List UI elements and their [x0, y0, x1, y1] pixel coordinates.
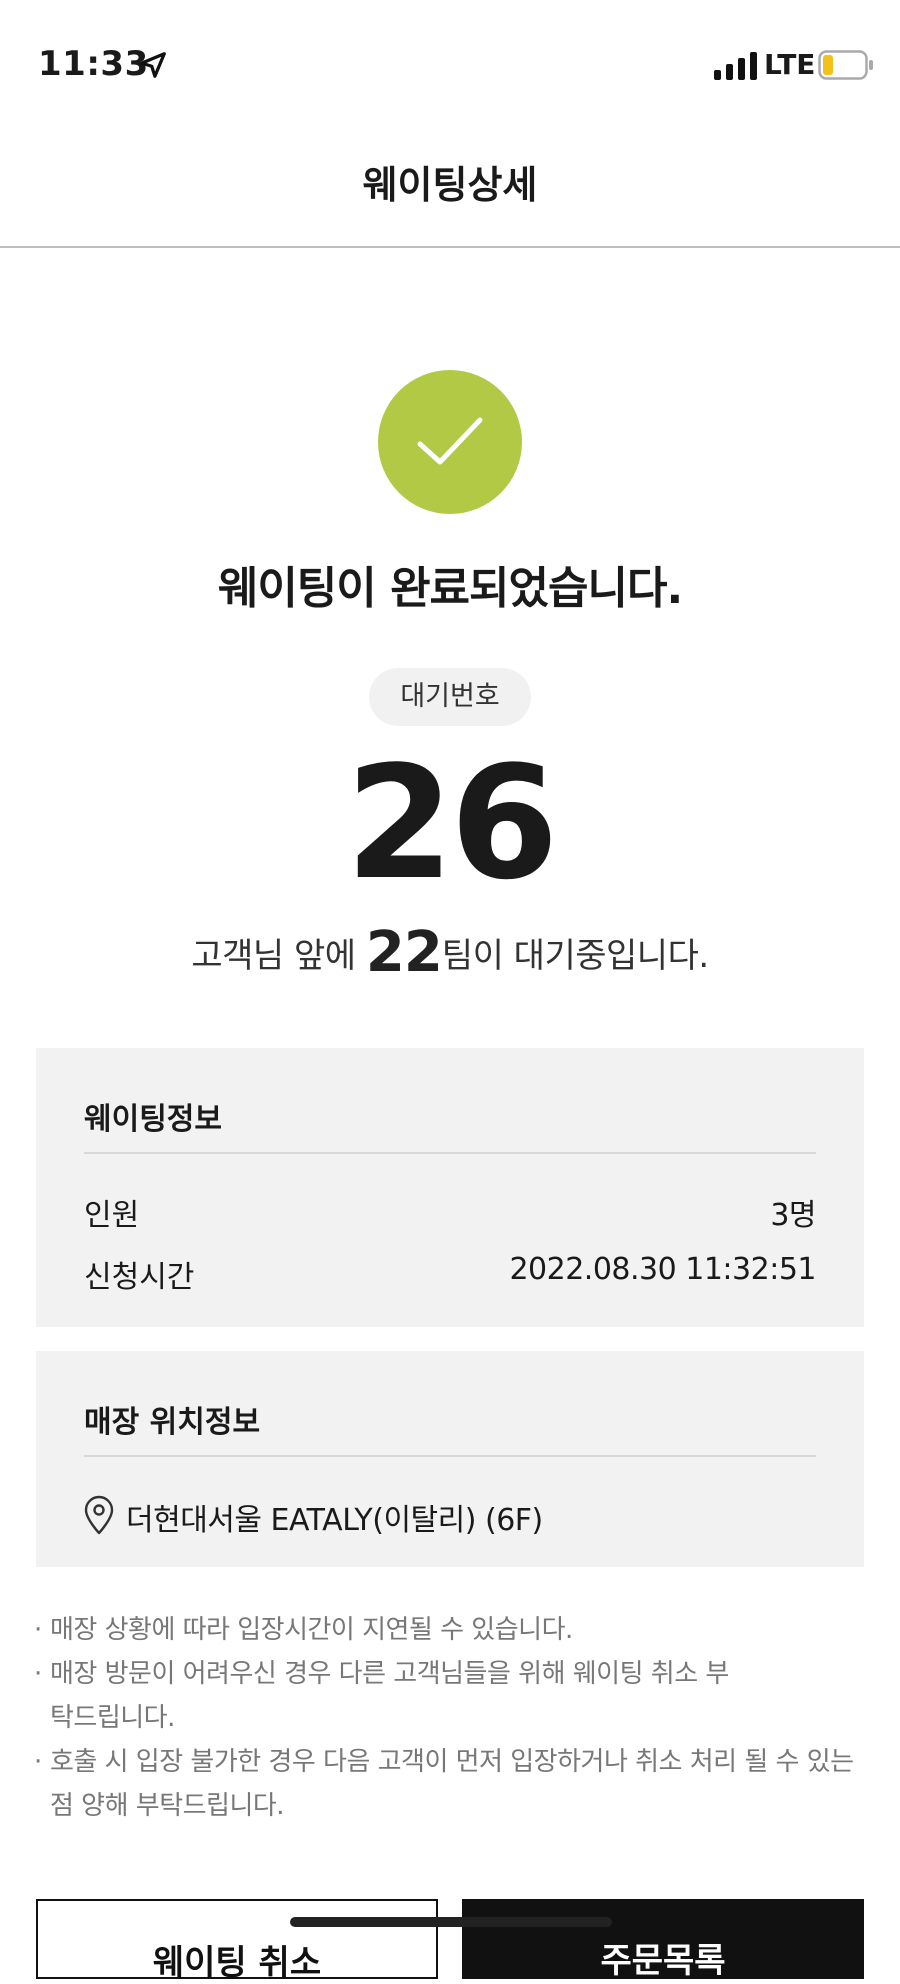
waiting-info-title: 웨이팅정보 — [84, 1102, 222, 1137]
store-address: 더현대서울 EATALY(이탈리) (6F) — [126, 1503, 543, 1538]
waiting-info-card: 웨이팅정보 인원 3명 신청시간 2022.08.30 11:32:51 — [36, 1048, 864, 1327]
home-indicator[interactable] — [290, 1917, 612, 1927]
teams-ahead-prefix: 고객님 앞에 — [191, 936, 366, 976]
cancel-waiting-button[interactable]: 웨이팅 취소 — [36, 1899, 438, 1983]
page-title: 웨이팅상세 — [362, 163, 538, 207]
status-time: 11:33 — [38, 44, 149, 84]
map-pin-icon — [84, 1495, 114, 1535]
status-bar: 11:33 LTE — [0, 0, 900, 120]
teams-ahead-count: 22 — [365, 920, 443, 985]
store-location-title: 매장 위치정보 — [84, 1405, 261, 1440]
queue-number: 26 — [345, 732, 558, 914]
signal-icon — [714, 52, 757, 80]
network-label: LTE — [764, 48, 816, 81]
location-arrow-icon — [140, 52, 166, 78]
notice-item: 매장 방문이 어려우신 경우 다른 고객님들을 위해 웨이팅 취소 부탁드립니다… — [34, 1652, 750, 1740]
notice-item: 매장 상황에 따라 입장시간이 지연될 수 있습니다. — [34, 1608, 874, 1652]
order-list-button[interactable]: 주문목록 — [462, 1899, 864, 1981]
success-title: 웨이팅이 완료되었습니다. — [217, 563, 683, 614]
request-time-value: 2022.08.30 11:32:51 — [509, 1252, 816, 1287]
notice-item: 호출 시 입장 불가한 경우 다음 고객이 먼저 입장하거나 취소 처리 될 수… — [34, 1740, 874, 1828]
divider — [84, 1455, 816, 1457]
party-size-value: 3명 — [770, 1198, 816, 1233]
notice-list: 매장 상황에 따라 입장시간이 지연될 수 있습니다. 매장 방문이 어려우신 … — [34, 1608, 874, 1828]
success-check-circle — [378, 370, 522, 514]
request-time-label: 신청시간 — [84, 1260, 195, 1295]
queue-number-label: 대기번호 — [369, 668, 531, 726]
order-list-label: 주문목록 — [600, 1941, 726, 1981]
cancel-waiting-label: 웨이팅 취소 — [152, 1943, 322, 1983]
check-icon — [417, 417, 483, 465]
teams-ahead-text: 고객님 앞에 22팀이 대기중입니다. — [0, 920, 900, 985]
teams-ahead-suffix: 팀이 대기중입니다. — [441, 936, 709, 976]
party-size-label: 인원 — [84, 1198, 140, 1233]
header: 웨이팅상세 — [0, 120, 900, 248]
store-location-card: 매장 위치정보 더현대서울 EATALY(이탈리) (6F) — [36, 1351, 864, 1567]
divider — [84, 1152, 816, 1154]
battery-icon — [818, 50, 873, 80]
